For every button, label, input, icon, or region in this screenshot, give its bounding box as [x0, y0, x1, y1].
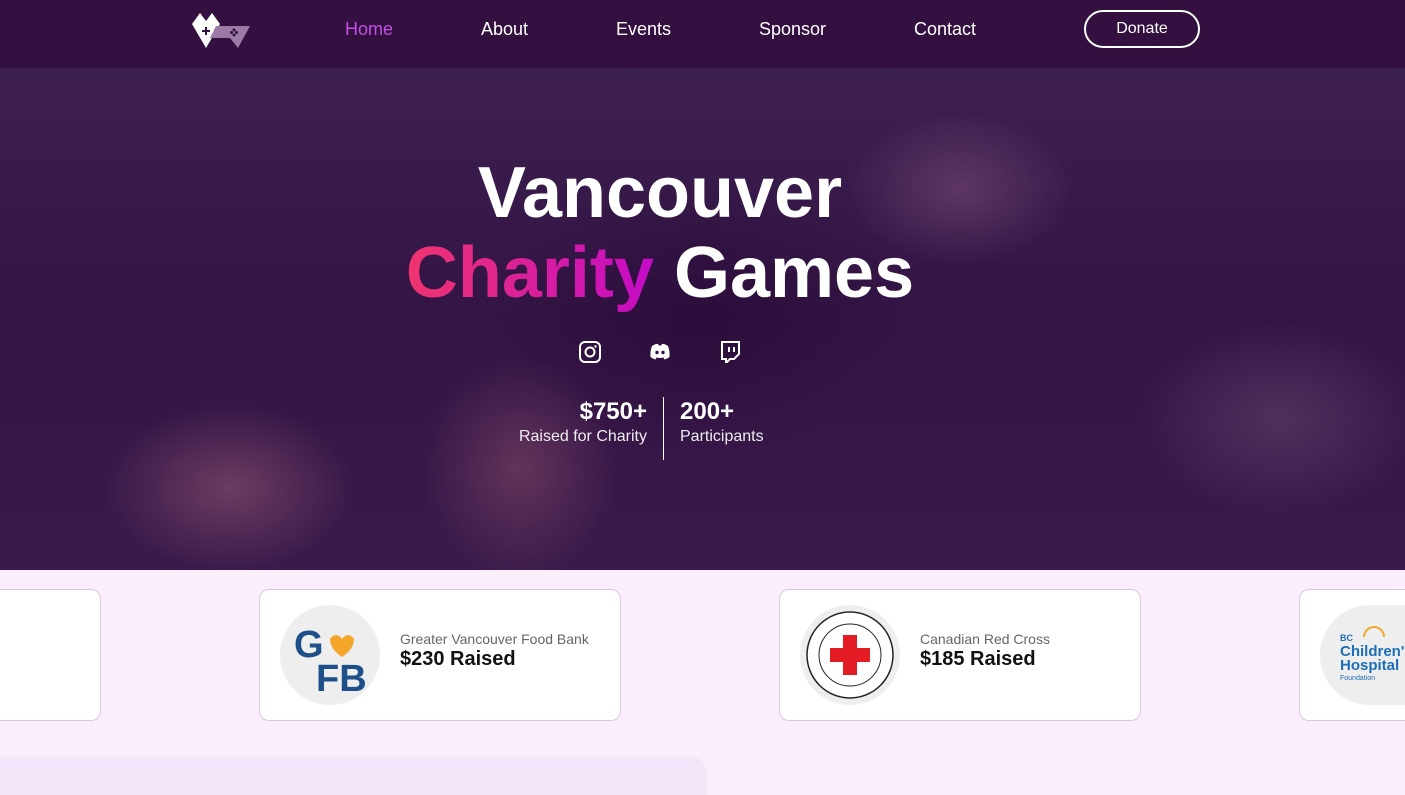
- top-nav: Home About Events Sponsor Contact Donate: [0, 0, 1405, 68]
- svg-text:Foundation: Foundation: [1340, 675, 1375, 682]
- hero-section: Vancouver Charity Games $750+ Raised for …: [0, 68, 1405, 570]
- stat-participants: 200+ Participants: [680, 398, 764, 446]
- charity-name: Greater Vancouver Food Bank: [400, 631, 589, 647]
- food-bank-logo: G FB: [280, 605, 380, 705]
- stat-value: $750+: [579, 398, 647, 425]
- stat-divider: [663, 397, 664, 460]
- hero-title-highlight: Charity: [405, 233, 654, 313]
- stat-value: 200+: [680, 398, 735, 425]
- svg-text:BC: BC: [1340, 633, 1353, 643]
- twitch-icon[interactable]: [718, 340, 742, 364]
- logo-icon[interactable]: [190, 10, 252, 50]
- hero-title-line2: Charity Games: [0, 232, 1320, 314]
- red-cross-logo: [800, 605, 900, 705]
- charity-card-red-cross[interactable]: Canadian Red Cross $185 Raised: [779, 589, 1141, 721]
- stat-label: Raised for Charity: [518, 428, 647, 445]
- childrens-hospital-logo: BCChildren'sHospitalFoundation: [1320, 605, 1405, 705]
- charity-card[interactable]: [0, 589, 101, 721]
- svg-text:FB: FB: [316, 658, 367, 700]
- nav-about[interactable]: About: [481, 19, 528, 40]
- nav-home[interactable]: Home: [345, 19, 393, 40]
- charity-raised: $230 Raised: [400, 648, 516, 670]
- svg-text:Hospital: Hospital: [1340, 657, 1399, 674]
- hero-title-rest: Games: [673, 233, 915, 313]
- charity-name: Canadian Red Cross: [920, 631, 1050, 647]
- nav-sponsor[interactable]: Sponsor: [759, 19, 826, 40]
- stat-raised: $750+ Raised for Charity: [519, 398, 647, 446]
- hero-title-line1: Vancouver: [477, 153, 843, 233]
- nav-contact[interactable]: Contact: [914, 19, 976, 40]
- nav-events[interactable]: Events: [616, 19, 671, 40]
- stat-label: Participants: [680, 428, 764, 445]
- instagram-icon[interactable]: [578, 340, 602, 364]
- donate-button[interactable]: Donate: [1084, 10, 1200, 48]
- charity-raised: $185 Raised: [920, 648, 1036, 670]
- content-panel: [0, 758, 705, 795]
- discord-icon[interactable]: [648, 340, 672, 364]
- charity-card-childrens-hospital[interactable]: BCChildren'sHospitalFoundation: [1299, 589, 1405, 721]
- charity-card-food-bank[interactable]: G FB Greater Vancouver Food Bank $230 Rai…: [259, 589, 621, 721]
